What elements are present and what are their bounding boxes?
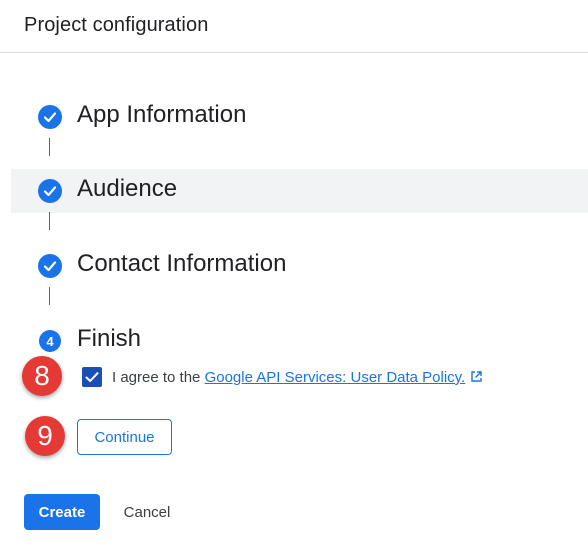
user-data-policy-link[interactable]: Google API Services: User Data Policy. (205, 369, 466, 386)
step-finish[interactable]: 4 Finish (0, 319, 588, 363)
annotation-badge-9: 9 (25, 416, 65, 456)
step-number: 4 (46, 333, 54, 349)
check-icon (38, 254, 62, 278)
check-icon (38, 105, 62, 129)
step-connector (49, 212, 50, 230)
step-connector (49, 287, 50, 305)
step-label: Finish (77, 325, 142, 352)
step-label: Audience (77, 175, 178, 202)
agree-text: I agree to the Google API Services: User… (112, 369, 483, 387)
continue-button[interactable]: Continue (77, 419, 172, 455)
annotation-badge-8: 8 (22, 356, 62, 396)
step-contact-information[interactable]: Contact Information (0, 244, 588, 288)
step-label: App Information (77, 101, 247, 128)
page-title: Project configuration (24, 14, 209, 36)
step-audience[interactable]: Audience (11, 169, 588, 213)
step-connector (49, 138, 50, 156)
step-label: Contact Information (77, 250, 287, 277)
agree-prefix: I agree to the (112, 369, 201, 386)
page-header: Project configuration (0, 0, 588, 53)
external-link-icon[interactable] (470, 370, 483, 387)
step-app-information[interactable]: App Information (0, 95, 588, 139)
checkmark-icon (85, 372, 99, 382)
create-button[interactable]: Create (24, 494, 100, 530)
agree-checkbox[interactable] (82, 367, 102, 387)
check-icon (38, 179, 62, 203)
step-number-icon: 4 (39, 330, 61, 352)
cancel-button[interactable]: Cancel (110, 494, 184, 530)
